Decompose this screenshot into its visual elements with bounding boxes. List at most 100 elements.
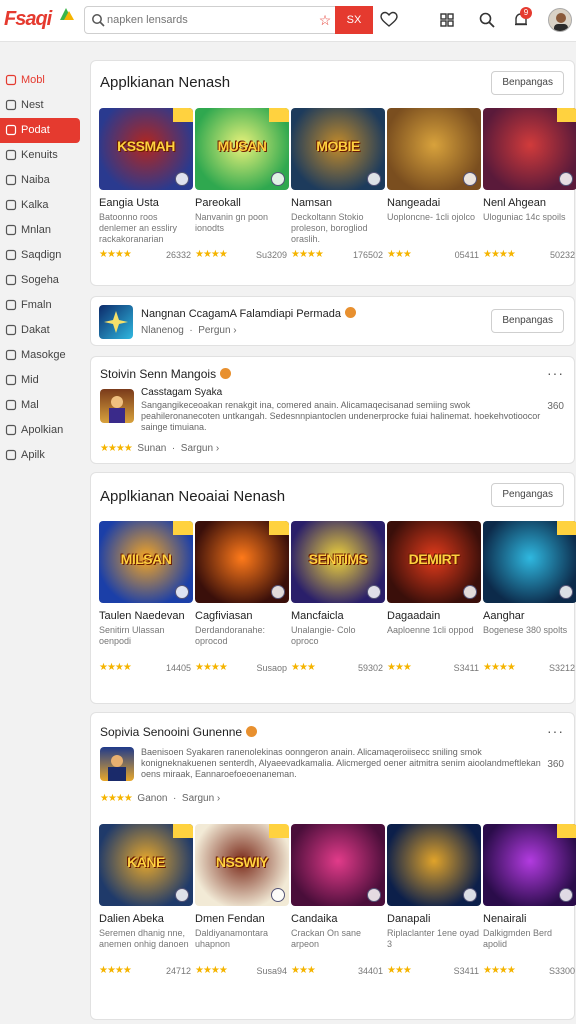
app-thumbnail[interactable]: MUSAN <box>195 108 289 190</box>
app-thumbnail[interactable]: KSSMAH <box>99 108 193 190</box>
app-thumbnail[interactable]: KANE <box>99 824 193 906</box>
sidebar-item-label: Saqdign <box>21 249 62 261</box>
app-thumbnail[interactable] <box>291 824 385 906</box>
apps-grid-icon[interactable] <box>438 11 456 29</box>
power-icon <box>5 74 17 86</box>
sidebar-item-label: Nest <box>21 99 44 111</box>
promo-banner[interactable]: Nangnan CcagamA Falamdiapi Permada Nlane… <box>90 296 575 346</box>
app-tile[interactable]: KSSMAH Eangia Usta Batoonno roos denlemer … <box>99 108 195 268</box>
app-section-card: Applkianan Nenash Benpangas KSSMAH Eangia… <box>90 60 576 286</box>
app-thumbnail[interactable] <box>483 521 576 603</box>
sidebar-item[interactable]: Sogeha <box>0 268 82 293</box>
avatar[interactable] <box>548 8 572 32</box>
rating-stars: ★★★★ <box>195 249 228 260</box>
more-options-icon[interactable]: ··· <box>547 365 564 381</box>
app-description: Senitirn Ulassan oenpodi <box>99 625 165 646</box>
sidebar-item[interactable]: Apolkian <box>0 418 82 443</box>
sidebar-item-label: Mid <box>21 374 39 386</box>
rating-stars: ★★★★ <box>195 662 228 673</box>
banner-link[interactable]: Pergun <box>198 325 230 336</box>
feature-link[interactable]: Sargun <box>182 793 214 804</box>
sidebar-item-label: Fmaln <box>21 299 52 311</box>
app-thumbnail[interactable]: MILSAN <box>99 521 193 603</box>
sidebar-item[interactable]: Naiba <box>0 168 82 193</box>
heart-icon[interactable] <box>380 11 398 29</box>
app-tile[interactable]: NSSWIY Dmen Fendan Daldiyanamontara uhapno… <box>195 824 291 984</box>
banner-button[interactable]: Benpangas <box>491 309 564 333</box>
sidebar-item[interactable]: Nest <box>0 93 82 118</box>
sidebar-item[interactable]: Mobl <box>0 68 82 93</box>
platform-badge-icon <box>271 172 285 186</box>
sidebar-item[interactable]: Kenuits <box>0 143 82 168</box>
feature-title: Sopivia Senooini Gunenne <box>100 725 258 739</box>
sidebar-item-label: Dakat <box>21 324 50 336</box>
app-tile[interactable]: Cagfiviasan Derdandoranahe: oprocod ★★★★ Su… <box>195 521 291 681</box>
feature-app-icon[interactable] <box>100 747 134 781</box>
app-tile[interactable]: MUSAN Pareokall Nanvanin gn poon ionodts ★★… <box>195 108 291 268</box>
feature-side-count: 360 <box>547 759 564 770</box>
app-thumbnail[interactable] <box>387 824 481 906</box>
app-description: Bogenese 380 spolts <box>483 625 568 635</box>
more-options-icon[interactable]: ··· <box>547 723 564 739</box>
app-thumbnail[interactable] <box>195 521 289 603</box>
app-description: Crackan On sane arpeon <box>291 928 362 949</box>
search-icon <box>92 14 105 27</box>
app-thumbnail[interactable]: DEMIRT <box>387 521 481 603</box>
corner-badge-icon <box>557 521 576 535</box>
section-title: Applkianan Nenash <box>100 74 231 91</box>
sidebar-item[interactable]: Mnlan <box>0 218 82 243</box>
app-tile[interactable]: DEMIRT Dagaadain Aaploenne 1cli oppod ★★★ S3… <box>387 521 483 681</box>
rating-stars: ★★★★ <box>99 249 132 260</box>
app-name: Nenl Ahgean <box>483 197 546 209</box>
app-thumbnail[interactable] <box>483 824 576 906</box>
app-tile[interactable]: Nangeadai Uoploncne- 1cli ojolco ★★★ 05411 <box>387 108 483 268</box>
app-description: Nanvanin gn poon ionodts <box>195 212 269 233</box>
corner-badge-icon <box>173 108 193 122</box>
app-count: 176502 <box>352 250 383 260</box>
app-thumbnail[interactable]: SENTIMS <box>291 521 385 603</box>
rating-stars: ★★★★ <box>483 662 516 673</box>
sidebar-item[interactable]: Dakat <box>0 318 82 343</box>
search-input[interactable] <box>107 11 307 29</box>
sidebar-item-label: Mal <box>21 399 39 411</box>
search-icon[interactable] <box>478 11 496 29</box>
feature-app-icon[interactable] <box>100 389 134 423</box>
logo[interactable]: Fsaqi <box>4 8 52 31</box>
app-art-text: DEMIRT <box>408 551 460 567</box>
app-name: Candaika <box>291 913 338 925</box>
sidebar-item[interactable]: Podat <box>0 118 80 143</box>
box-icon <box>5 274 17 286</box>
app-description: Uoploncne- 1cli ojolco <box>387 212 476 222</box>
rating-stars: ★★★ <box>291 965 316 976</box>
sidebar-item[interactable]: Fmaln <box>0 293 82 318</box>
rating-stars: ★★★ <box>387 662 412 673</box>
app-tile[interactable]: SENTIMS Mancfaicla Unalangie- Colo oproco ★… <box>291 521 387 681</box>
app-thumbnail[interactable]: NSSWIY <box>195 824 289 906</box>
sidebar-item-label: Naiba <box>21 174 50 186</box>
app-thumbnail[interactable] <box>387 108 481 190</box>
app-tile[interactable]: MOBIE Namsan Deckoltann Stokio proleson, b… <box>291 108 387 268</box>
sidebar-item[interactable]: Mal <box>0 393 82 418</box>
feature-link[interactable]: Sargun <box>181 443 213 454</box>
app-thumbnail[interactable] <box>483 108 576 190</box>
section-more-button[interactable]: Benpangas <box>491 71 564 95</box>
app-tile[interactable]: Aanghar Bogenese 380 spolts ★★★★ S3212 <box>483 521 576 681</box>
list-icon <box>5 374 17 386</box>
sidebar-item[interactable]: Apilk <box>0 443 82 468</box>
app-tile[interactable]: Candaika Crackan On sane arpeon ★★★ 34401 <box>291 824 387 984</box>
sidebar-item[interactable]: Kalka <box>0 193 82 218</box>
app-description: Daldiyanamontara uhapnon <box>195 928 269 949</box>
section-more-button[interactable]: Pengangas <box>491 483 564 507</box>
app-tile[interactable]: MILSAN Taulen Naedevan Senitirn Ulassan oe… <box>99 521 195 681</box>
sidebar-item[interactable]: Masokge <box>0 343 82 368</box>
app-tile[interactable]: Nenairali Dalkigmden Berd apolid ★★★★ S3300 <box>483 824 576 984</box>
favorite-star-icon[interactable]: ☆ <box>317 12 333 28</box>
app-tile[interactable]: KANE Dalien Abeka Seremen dhanig nne, anem… <box>99 824 195 984</box>
sidebar-item[interactable]: Mid <box>0 368 82 393</box>
app-thumbnail[interactable]: MOBIE <box>291 108 385 190</box>
search-button[interactable]: SX <box>335 6 373 34</box>
app-tile[interactable]: Nenl Ahgean Uloguniac 14c spoils ★★★★ 50232 <box>483 108 576 268</box>
sidebar-item[interactable]: Saqdign <box>0 243 82 268</box>
app-tile[interactable]: Danapali Riplaclanter 1ene oyad 3 ★★★ S3411 <box>387 824 483 984</box>
pen-icon <box>5 224 17 236</box>
